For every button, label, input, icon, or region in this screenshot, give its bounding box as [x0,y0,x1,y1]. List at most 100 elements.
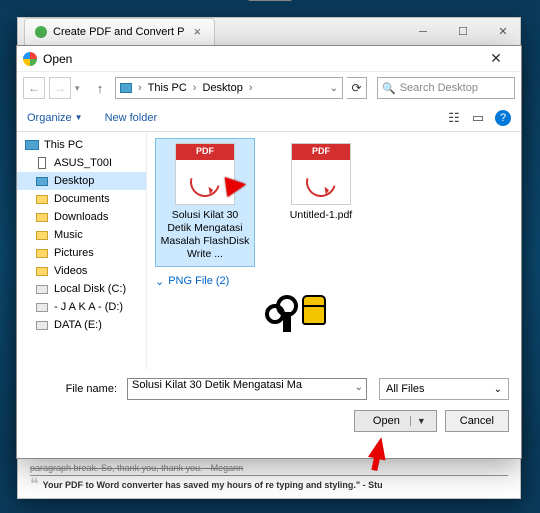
view-options-icon[interactable]: ☷ [445,110,463,126]
chevron-right-icon: › [247,82,255,94]
background-content: paragraph break. So, thank you, thank yo… [30,463,508,490]
tree-item-drive-d[interactable]: - J A K A - (D:) [17,298,146,316]
organize-menu[interactable]: Organize▼ [27,112,83,124]
forward-button[interactable]: → [49,77,71,99]
taskbar-pill: Juli [248,0,292,1]
open-file-dialog: Open ✕ ← → ▾ ↑ › This PC › Desktop › ⌄ ⟳… [16,45,522,459]
adobe-swirl-icon [301,162,342,203]
folder-icon [36,177,48,186]
chevron-right-icon: › [136,82,144,94]
dialog-close-button[interactable]: ✕ [477,48,515,70]
folder-icon [36,249,48,258]
breadcrumb-folder[interactable]: Desktop [200,82,244,94]
pdf-thumbnail-icon: PDF [291,143,351,205]
up-button[interactable]: ↑ [89,77,111,99]
chrome-favicon-icon [23,52,37,66]
folder-icon [36,267,48,276]
filetype-select[interactable]: All Files ⌄ [379,378,509,400]
help-button[interactable]: ? [495,110,511,126]
tree-label: ASUS_T00I [54,157,112,169]
open-button[interactable]: Open ▼ [354,410,437,432]
search-placeholder: Search Desktop [400,82,478,94]
browser-tab[interactable]: Create PDF and Convert P × [24,18,215,46]
folder-icon [36,195,48,204]
pc-icon [120,83,132,93]
folder-icon [36,231,48,240]
tree-label: - J A K A - (D:) [54,301,123,313]
dropdown-icon[interactable]: ⌄ [355,382,363,393]
pc-icon [25,140,39,150]
quote-mark-icon: ❝ [30,480,39,490]
filename-label: File name: [29,383,121,395]
navigation-tree: This PC ASUS_T00I Desktop Documents Down… [17,132,147,370]
tab-title: Create PDF and Convert P [53,26,184,38]
browser-titlebar: Create PDF and Convert P × ─ ☐ ✕ [18,18,520,46]
tree-label: DATA (E:) [54,319,102,331]
pdf-thumbnail-icon: PDF [175,143,235,205]
file-tile-selected[interactable]: PDF Solusi Kilat 30 Detik Mengatasi Masa… [155,138,255,267]
toolbar: Organize▼ New folder ☷ ▭ ? [17,104,521,132]
maximize-button[interactable]: ☐ [446,21,480,43]
chevron-right-icon: › [191,82,199,94]
file-name: Untitled-1.pdf [276,209,366,222]
tree-label: This PC [44,139,83,151]
folder-icon [36,213,48,222]
refresh-button[interactable]: ⟳ [347,77,367,99]
preview-pane-icon[interactable]: ▭ [469,110,487,126]
new-folder-button[interactable]: New folder [105,112,158,124]
tree-label: Downloads [54,211,108,223]
tree-label: Documents [54,193,110,205]
tree-item-desktop[interactable]: Desktop [17,172,146,190]
phone-icon [38,157,46,169]
tab-favicon-icon [35,26,47,38]
tree-label: Local Disk (C:) [54,283,126,295]
open-split-dropdown[interactable]: ▼ [410,416,426,426]
history-dropdown-icon[interactable]: ▾ [75,83,85,94]
file-tile[interactable]: PDF Untitled-1.pdf [271,138,371,267]
filename-input[interactable]: Solusi Kilat 30 Detik Mengatasi Ma ⌄ [127,378,367,400]
tree-label: Pictures [54,247,94,259]
pdf-badge: PDF [292,144,350,160]
cancel-button[interactable]: Cancel [445,410,509,432]
back-button[interactable]: ← [23,77,45,99]
group-header-png[interactable]: ⌄ PNG File (2) [155,275,513,288]
close-button[interactable]: ✕ [486,21,520,43]
adobe-swirl-icon [185,162,226,203]
struck-text: paragraph break. So, thank you, thank yo… [30,463,508,473]
chevron-down-icon: ⌄ [494,384,502,395]
minimize-button[interactable]: ─ [406,21,440,43]
annotation-arrow-icon [225,173,257,197]
drive-icon [36,321,48,330]
address-bar[interactable]: › This PC › Desktop › ⌄ [115,77,343,99]
tree-item-downloads[interactable]: Downloads [17,208,146,226]
filename-value: Solusi Kilat 30 Detik Mengatasi Ma [132,379,302,391]
tab-close-icon[interactable]: × [190,24,204,39]
chevron-down-icon: ⌄ [155,275,164,288]
pdf-badge: PDF [176,144,234,160]
filetype-value: All Files [386,383,425,395]
breadcrumb-root[interactable]: This PC [146,82,189,94]
open-label: Open [373,415,400,427]
dialog-title: Open [43,52,72,66]
chevron-down-icon: ▼ [75,113,83,122]
tree-item-videos[interactable]: Videos [17,262,146,280]
search-icon: 🔍 [382,82,396,95]
tree-item-drive-e[interactable]: DATA (E:) [17,316,146,334]
dialog-footer: File name: Solusi Kilat 30 Detik Mengata… [17,370,521,442]
drive-icon [36,285,48,294]
tree-item-asus[interactable]: ASUS_T00I [17,154,146,172]
tree-header-this-pc[interactable]: This PC [17,136,146,154]
address-dropdown-icon[interactable]: ⌄ [330,83,338,94]
tree-item-documents[interactable]: Documents [17,190,146,208]
address-row: ← → ▾ ↑ › This PC › Desktop › ⌄ ⟳ 🔍 Sear… [17,72,521,104]
file-list: PDF Solusi Kilat 30 Detik Mengatasi Masa… [147,132,521,370]
testimonial-text: Your PDF to Word converter has saved my … [43,480,383,490]
tree-item-music[interactable]: Music [17,226,146,244]
tree-item-local-disk-c[interactable]: Local Disk (C:) [17,280,146,298]
tree-label: Desktop [54,175,94,187]
png-thumbnail-keys[interactable] [263,292,333,336]
dialog-titlebar: Open ✕ [17,46,521,72]
search-input[interactable]: 🔍 Search Desktop [377,77,515,99]
tree-item-pictures[interactable]: Pictures [17,244,146,262]
tree-label: Music [54,229,83,241]
